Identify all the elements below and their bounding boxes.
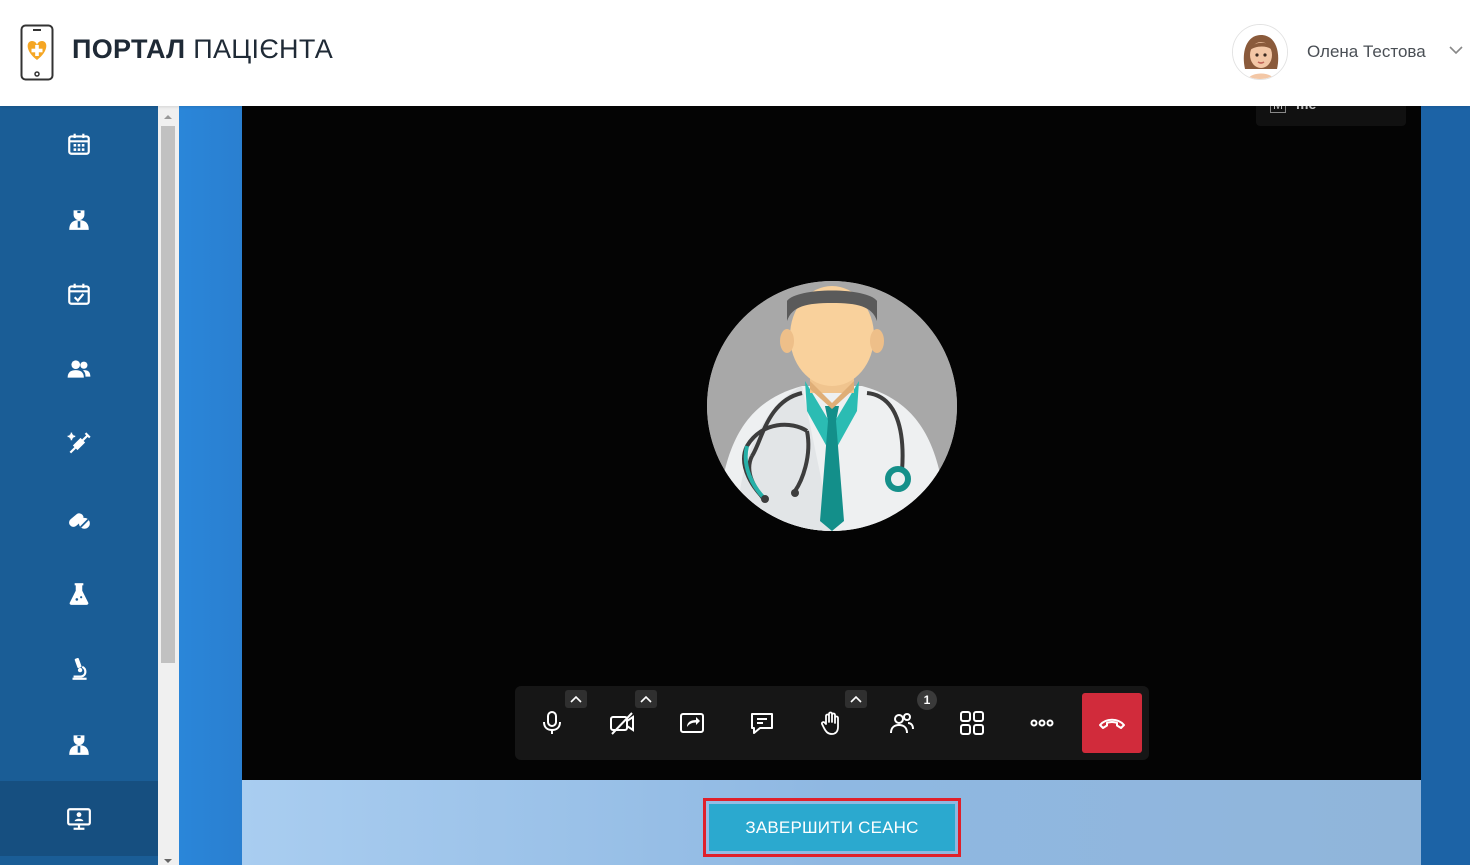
- portal-title: ПОРТАЛ ПАЦІЄНТА: [72, 34, 334, 64]
- chat-button[interactable]: [739, 700, 785, 746]
- tile-view-icon: [960, 711, 984, 735]
- scrollbar-thumb[interactable]: [161, 126, 175, 663]
- doctor-icon: [69, 734, 89, 755]
- microscope-icon: [72, 657, 87, 680]
- telemedicine-monitor-icon: [67, 807, 91, 830]
- users-icon: [67, 359, 91, 378]
- hangup-icon: [1099, 718, 1125, 729]
- chevron-down-icon[interactable]: [1448, 44, 1464, 56]
- more-icon: [1030, 719, 1054, 727]
- camera-options-caret[interactable]: [635, 690, 657, 708]
- sidebar-item-doctors[interactable]: [0, 181, 158, 256]
- sidebar-item-calendar[interactable]: [0, 106, 158, 181]
- patient-portal-window: { "header": { "logo_bold": "ПОРТАЛ", "lo…: [0, 0, 1470, 865]
- end-session-button[interactable]: ЗАВЕРШИТИ СЕАНС: [709, 804, 955, 851]
- sidebar-item-prescriptions[interactable]: [0, 481, 158, 556]
- portal-logo-icon[interactable]: [20, 24, 54, 81]
- call-toolbar: 1: [515, 686, 1149, 760]
- raise-hand-icon: [821, 711, 839, 735]
- more-actions-button[interactable]: [1019, 700, 1065, 746]
- sidebar-item-lab-tests[interactable]: [0, 556, 158, 631]
- participants-button[interactable]: [879, 700, 925, 746]
- user-avatar[interactable]: [1232, 24, 1288, 80]
- doctor-avatar-image: [707, 281, 957, 531]
- calendar-check-icon: [68, 283, 90, 305]
- participants-icon: [890, 713, 914, 734]
- sidebar-item-vaccinations[interactable]: [0, 406, 158, 481]
- end-session-highlight: ЗАВЕРШИТИ СЕАНС: [703, 798, 961, 857]
- doctor-icon: [69, 209, 89, 230]
- user-name[interactable]: Олена Тестова: [1307, 42, 1426, 62]
- microphone-icon: [543, 711, 561, 734]
- tile-view-button[interactable]: [949, 700, 995, 746]
- flask-icon: [69, 582, 89, 605]
- video-call-frame: Mme: [242, 106, 1421, 780]
- share-screen-button[interactable]: [669, 700, 715, 746]
- share-screen-icon: [680, 713, 704, 733]
- chat-icon: [751, 713, 773, 734]
- doctor-avatar: [707, 281, 957, 531]
- user-avatar-image: [1233, 25, 1287, 79]
- reactions-options-caret[interactable]: [845, 690, 867, 708]
- sidebar-scrollbar[interactable]: [158, 106, 179, 865]
- sidebar-item-appointments[interactable]: [0, 256, 158, 331]
- sidebar-item-research[interactable]: [0, 631, 158, 706]
- sidebar-nav: [0, 106, 158, 865]
- app-header: ПОРТАЛ ПАЦІЄНТА Олена Тестова: [0, 0, 1470, 106]
- self-view-badge: M: [1270, 106, 1286, 113]
- chevron-up-icon: [640, 695, 652, 703]
- vaccine-syringe-icon: [67, 431, 91, 453]
- scroll-down-icon[interactable]: [163, 857, 173, 865]
- self-view-tile[interactable]: Mme: [1256, 106, 1406, 126]
- sidebar-item-specialists[interactable]: [0, 706, 158, 781]
- self-view-label: Mme: [1270, 106, 1316, 113]
- sidebar-item-telemedicine[interactable]: [0, 781, 158, 856]
- chevron-up-icon: [850, 695, 862, 703]
- pills-icon: [69, 512, 90, 529]
- chevron-up-icon: [570, 695, 582, 703]
- camera-off-icon: [610, 712, 634, 735]
- participants-count-badge: 1: [917, 690, 937, 710]
- sidebar-item-family[interactable]: [0, 331, 158, 406]
- calendar-icon: [68, 133, 90, 155]
- microphone-options-caret[interactable]: [565, 690, 587, 708]
- hangup-button[interactable]: [1082, 693, 1142, 753]
- scroll-up-icon[interactable]: [163, 113, 173, 121]
- session-actions-bar: ЗАВЕРШИТИ СЕАНС: [242, 780, 1421, 865]
